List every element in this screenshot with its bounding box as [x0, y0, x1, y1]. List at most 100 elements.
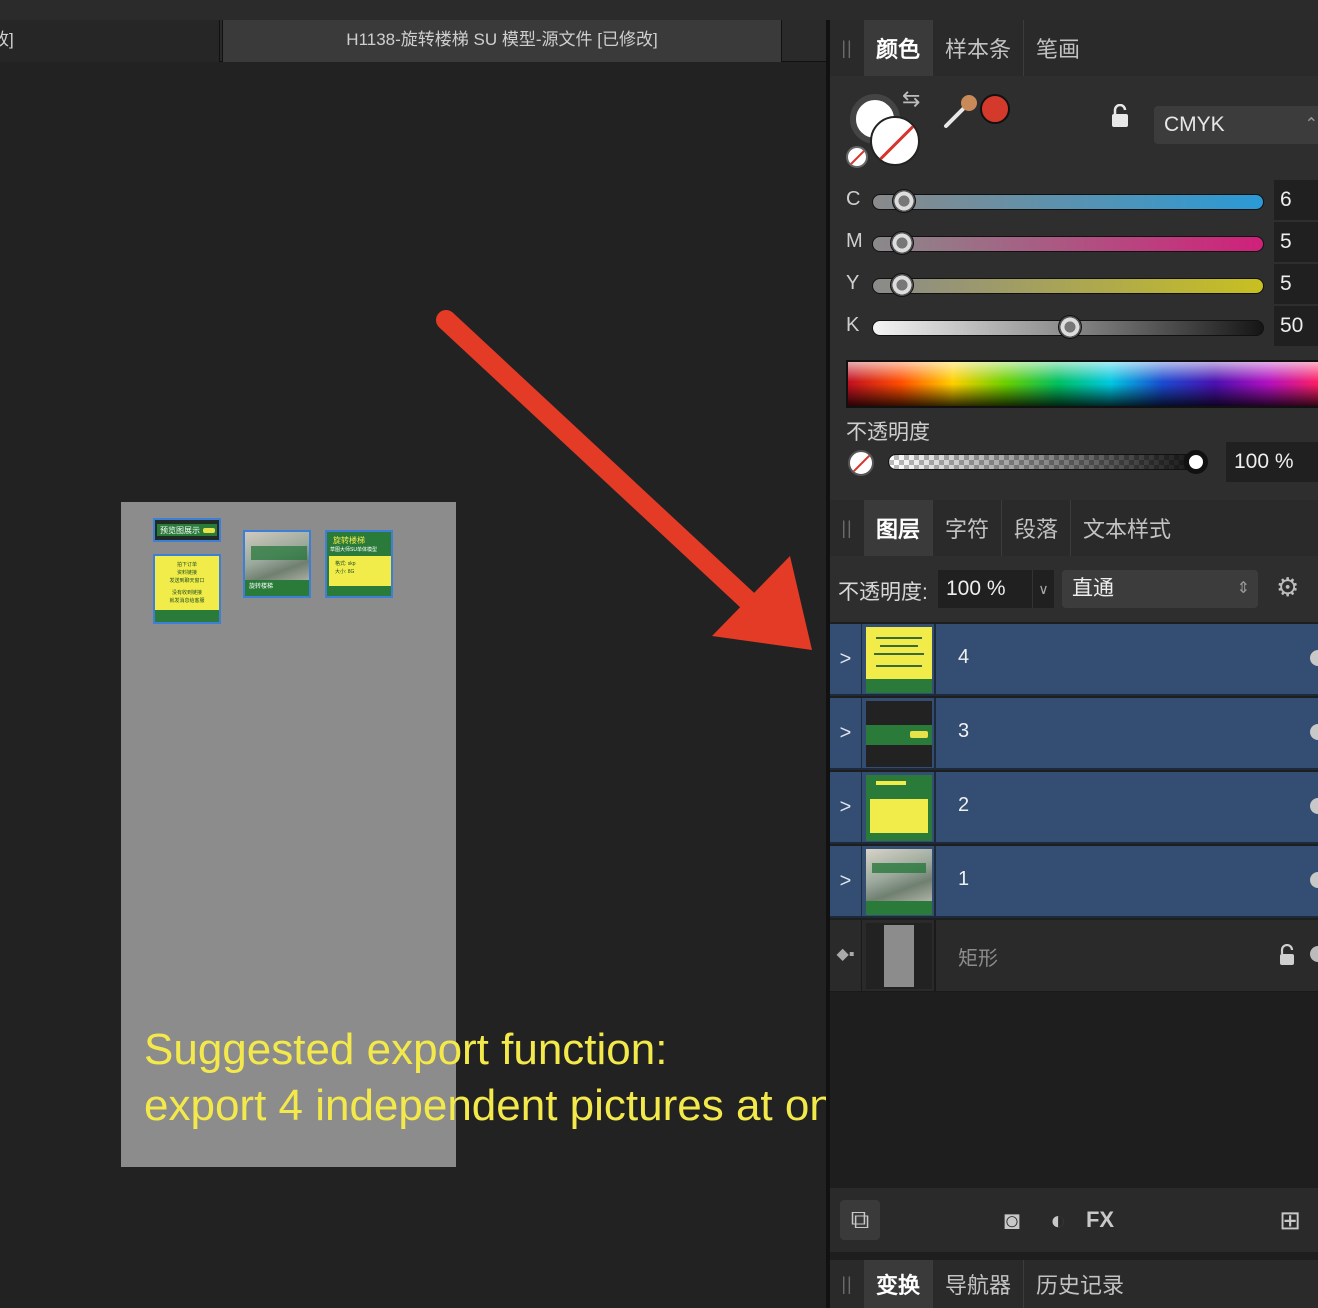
opacity-value-field[interactable]: 100 %: [1226, 442, 1318, 482]
layers-toolbar: ⧉ ◙ ◐ FX ⊞: [830, 1188, 1318, 1252]
panel-grip-icon[interactable]: ||: [830, 1260, 864, 1308]
color-panel: ⇆ CMYK ⌃ C 6 M 5 Y 5 K 50 不透明度 100 %: [830, 76, 1318, 500]
document-tab-bar: 改] H1138-旋转楼梯 SU 模型-源文件 [已修改]: [0, 20, 826, 62]
layer-options-bar: 不透明度: 100 % ∨ 直通 ⇕ ⚙: [830, 556, 1318, 622]
app-window: 改] H1138-旋转楼梯 SU 模型-源文件 [已修改] 预览图展示 拍下订单…: [0, 0, 1318, 1308]
opacity-label: 不透明度: [846, 421, 930, 444]
opacity-slider-knob[interactable]: [1184, 450, 1208, 474]
visibility-dot-icon[interactable]: [1310, 946, 1318, 962]
opacity-none-icon[interactable]: [848, 450, 874, 476]
layer-thumbnail: [866, 775, 932, 841]
slider-y-value[interactable]: 5: [1274, 264, 1318, 304]
slider-y-knob[interactable]: [890, 273, 914, 297]
blend-mode-select[interactable]: 直通 ⇕: [1062, 570, 1258, 608]
bottom-panel-tabs: || 变换 导航器 历史记录: [830, 1260, 1318, 1308]
add-layer-button[interactable]: ⊞: [1270, 1200, 1310, 1240]
tab-text-styles[interactable]: 文本样式: [1071, 500, 1183, 556]
expand-chevron-icon[interactable]: >: [830, 624, 862, 696]
tab-swatches[interactable]: 样本条: [933, 20, 1025, 76]
product-title: 旋转楼梯: [333, 536, 365, 545]
no-color-icon[interactable]: [846, 146, 868, 168]
tab-history[interactable]: 历史记录: [1024, 1260, 1136, 1308]
title-strip: [0, 0, 1318, 20]
tab-transform[interactable]: 变换: [864, 1260, 934, 1308]
layer-row-4[interactable]: > 4: [830, 624, 1318, 696]
slider-m-value[interactable]: 5: [1274, 222, 1318, 262]
panel-grip-icon[interactable]: ||: [830, 500, 864, 556]
color-picker-icon[interactable]: [940, 92, 980, 132]
mask-layer-button[interactable]: ◙: [992, 1200, 1032, 1240]
fx-button[interactable]: FX: [1080, 1200, 1120, 1240]
layer-thumbnail-cell: [862, 698, 936, 770]
color-spectrum[interactable]: [846, 360, 1318, 408]
opacity-slider-track[interactable]: [888, 454, 1194, 470]
visibility-dot-icon[interactable]: [1310, 724, 1318, 740]
blend-mode-value: 直通: [1072, 577, 1114, 600]
visibility-dot-icon[interactable]: [1310, 872, 1318, 888]
product-format: 格式: skp: [335, 561, 356, 567]
tab-layers[interactable]: 图层: [864, 500, 934, 556]
artboard-item-product[interactable]: 旋转楼梯 草图大师SU单体模型 格式: skp 大小: 8G: [325, 530, 393, 598]
tab-character[interactable]: 字符: [933, 500, 1003, 556]
layer-name[interactable]: 1: [958, 868, 969, 891]
slider-m: M 5: [830, 222, 1318, 262]
chevron-down-icon[interactable]: ∨: [1032, 570, 1054, 608]
lock-icon[interactable]: [1110, 104, 1130, 128]
artboard-item-order-info[interactable]: 拍下订单 资料链接 发送到聊天窗口 没有收到链接 就发消息给客服: [153, 554, 221, 624]
order-line-4: 没有收到链接: [171, 590, 202, 596]
layer-thumbnail: [866, 849, 932, 915]
expand-chevron-icon[interactable]: >: [830, 698, 862, 770]
slider-k-label: K: [846, 314, 860, 336]
slider-m-knob[interactable]: [890, 231, 914, 255]
adjustment-button[interactable]: ◐: [1038, 1200, 1078, 1240]
right-panel: || 颜色 样本条 笔画 ⇆ CMYK ⌃ C 6 M 5 Y 5 K 50 不…: [826, 20, 1318, 1308]
color-model-value: CMYK: [1164, 113, 1225, 136]
shape-layer-icon: ◆▪: [830, 920, 862, 992]
document-tab-active[interactable]: H1138-旋转楼梯 SU 模型-源文件 [已修改]: [222, 20, 782, 62]
slider-c-knob[interactable]: [892, 189, 916, 213]
expand-chevron-icon[interactable]: >: [830, 772, 862, 844]
slider-m-track[interactable]: [872, 236, 1264, 252]
tab-stroke[interactable]: 笔画: [1024, 20, 1092, 76]
current-color-dot[interactable]: [980, 94, 1010, 124]
updown-icon: ⌃: [1304, 116, 1318, 133]
visibility-dot-icon[interactable]: [1310, 650, 1318, 666]
layer-name[interactable]: 4: [958, 646, 969, 669]
slider-c-track[interactable]: [872, 194, 1264, 210]
duplicate-layer-button[interactable]: ⧉: [840, 1200, 880, 1240]
preview-badge-icon: [203, 528, 215, 533]
slider-y-track[interactable]: [872, 278, 1264, 294]
slider-k-knob[interactable]: [1058, 315, 1082, 339]
product-size: 大小: 8G: [335, 569, 355, 575]
gear-icon[interactable]: ⚙: [1276, 572, 1299, 603]
document-tab-previous[interactable]: 改]: [0, 20, 220, 62]
layer-name[interactable]: 3: [958, 720, 969, 743]
order-line-1: 拍下订单: [176, 562, 197, 568]
tab-paragraph[interactable]: 段落: [1002, 500, 1072, 556]
layer-opacity-field[interactable]: 100 % ∨: [938, 570, 1054, 608]
tab-color[interactable]: 颜色: [864, 20, 934, 76]
stroke-swatch[interactable]: [870, 116, 920, 166]
layer-lock-icon[interactable]: [1278, 944, 1296, 966]
layer-row-1[interactable]: > 1: [830, 846, 1318, 918]
visibility-dot-icon[interactable]: [1310, 798, 1318, 814]
layer-row-2[interactable]: > 2: [830, 772, 1318, 844]
artboard-item-photo[interactable]: 旋转楼梯: [243, 530, 311, 598]
layer-row-rectangle[interactable]: ◆▪ 矩形: [830, 920, 1318, 992]
slider-m-label: M: [846, 230, 863, 252]
layer-thumbnail: [866, 923, 932, 989]
color-model-select[interactable]: CMYK ⌃: [1154, 106, 1318, 144]
slider-y: Y 5: [830, 264, 1318, 304]
layer-name[interactable]: 矩形: [958, 942, 998, 971]
panel-grip-icon[interactable]: ||: [830, 20, 864, 76]
layer-row-3[interactable]: > 3: [830, 698, 1318, 770]
slider-k-value[interactable]: 50: [1274, 306, 1318, 346]
slider-y-label: Y: [846, 272, 860, 294]
expand-chevron-icon[interactable]: >: [830, 846, 862, 918]
slider-c-value[interactable]: 6: [1274, 180, 1318, 220]
tab-navigator[interactable]: 导航器: [933, 1260, 1025, 1308]
layer-thumbnail-cell: [862, 920, 936, 992]
layer-name[interactable]: 2: [958, 794, 969, 817]
swap-colors-icon[interactable]: ⇆: [902, 86, 920, 112]
artboard-item-preview-title[interactable]: 预览图展示: [153, 518, 221, 542]
